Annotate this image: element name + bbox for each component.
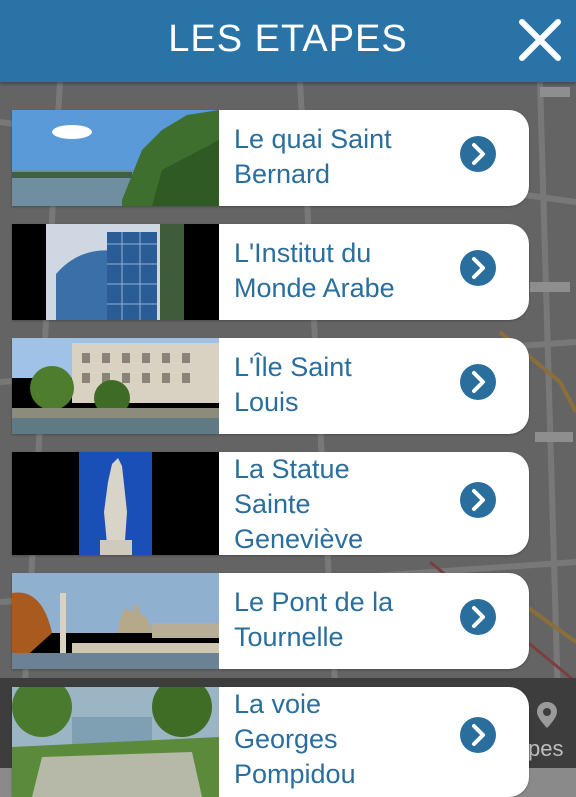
chevron-right-icon bbox=[472, 371, 485, 393]
step-title: La voie Georges Pompidou bbox=[234, 687, 454, 792]
step-title-line: Geneviève bbox=[234, 524, 364, 554]
open-step-button[interactable] bbox=[460, 717, 496, 753]
step-title-line: L'Institut du bbox=[234, 238, 372, 268]
chevron-right-icon bbox=[472, 257, 485, 279]
open-step-button[interactable] bbox=[460, 364, 496, 400]
step-thumbnail bbox=[12, 110, 219, 206]
open-step-button[interactable] bbox=[460, 482, 496, 518]
step-card-quai-saint-bernard[interactable]: Le quai Saint Bernard bbox=[12, 110, 529, 206]
step-title-line: Tournelle bbox=[234, 622, 344, 652]
header-bar: LES ETAPES bbox=[0, 0, 576, 82]
step-card-statue-sainte-genevieve[interactable]: La Statue Sainte Geneviève bbox=[12, 452, 529, 555]
step-thumbnail bbox=[12, 452, 219, 555]
close-icon bbox=[519, 19, 561, 61]
step-title-line: Monde Arabe bbox=[234, 273, 395, 303]
step-title-line: Bernard bbox=[234, 159, 331, 189]
chevron-right-icon bbox=[472, 143, 485, 165]
step-title-line: Pompidou bbox=[234, 759, 356, 789]
chevron-right-icon bbox=[472, 489, 485, 511]
step-thumbnail bbox=[12, 687, 219, 797]
tab-etapes-label[interactable]: pes bbox=[528, 736, 563, 762]
step-title-line: Sainte bbox=[234, 489, 311, 519]
open-step-button[interactable] bbox=[460, 250, 496, 286]
step-thumbnail bbox=[12, 573, 219, 669]
step-title-line: Louis bbox=[234, 387, 299, 417]
step-title: Le Pont de la Tournelle bbox=[234, 585, 454, 655]
step-card-pont-de-la-tournelle[interactable]: Le Pont de la Tournelle bbox=[12, 573, 529, 669]
step-title-line: La voie bbox=[234, 689, 322, 719]
step-title-line: L'Île Saint bbox=[234, 352, 352, 382]
step-title: La Statue Sainte Geneviève bbox=[234, 452, 454, 555]
step-title: Le quai Saint Bernard bbox=[234, 122, 454, 192]
step-title: L'Île Saint Louis bbox=[234, 350, 454, 420]
step-title-line: Le Pont de la bbox=[234, 587, 394, 617]
step-title-line: La Statue bbox=[234, 454, 350, 484]
map-pin-icon[interactable] bbox=[534, 700, 560, 735]
chevron-right-icon bbox=[472, 724, 485, 746]
step-thumbnail bbox=[12, 338, 219, 434]
step-thumbnail bbox=[12, 224, 219, 320]
page-title: LES ETAPES bbox=[168, 18, 408, 60]
close-button[interactable] bbox=[514, 14, 566, 66]
step-card-voie-georges-pompidou[interactable]: La voie Georges Pompidou bbox=[12, 687, 529, 797]
step-title-line: Le quai Saint bbox=[234, 124, 392, 154]
chevron-right-icon bbox=[472, 606, 485, 628]
step-title: L'Institut du Monde Arabe bbox=[234, 236, 454, 306]
step-card-ile-saint-louis[interactable]: L'Île Saint Louis bbox=[12, 338, 529, 434]
open-step-button[interactable] bbox=[460, 599, 496, 635]
step-title-line: Georges bbox=[234, 724, 338, 754]
step-card-institut-monde-arabe[interactable]: L'Institut du Monde Arabe bbox=[12, 224, 529, 320]
open-step-button[interactable] bbox=[460, 136, 496, 172]
